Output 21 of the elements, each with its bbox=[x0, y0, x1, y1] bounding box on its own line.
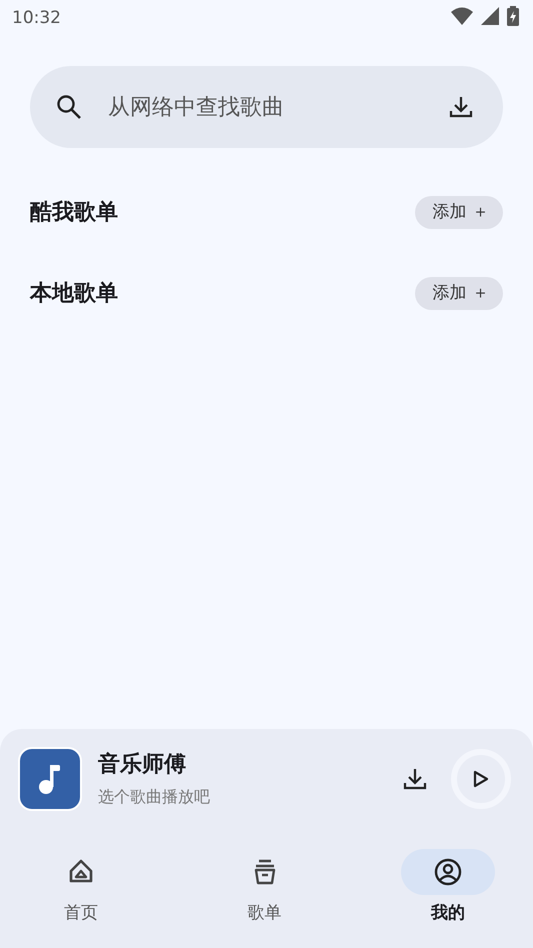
add-button[interactable]: 添加 ＋ bbox=[414, 196, 503, 230]
play-icon bbox=[473, 770, 489, 788]
signal-icon bbox=[481, 7, 499, 25]
search-bar[interactable]: 从网络中查找歌曲 bbox=[30, 66, 503, 148]
track-title: 音乐师傅 bbox=[98, 750, 187, 779]
track-subtitle: 选个歌曲播放吧 bbox=[98, 786, 211, 808]
section-title: 本地歌单 bbox=[30, 280, 118, 308]
wifi-icon bbox=[451, 7, 473, 25]
home-icon bbox=[67, 858, 95, 886]
music-note-icon bbox=[38, 762, 62, 794]
status-time: 10:32 bbox=[12, 7, 61, 30]
download-icon[interactable] bbox=[449, 95, 473, 119]
download-icon[interactable] bbox=[403, 766, 427, 790]
search-field[interactable]: 从网络中查找歌曲 bbox=[106, 90, 433, 124]
battery-icon bbox=[507, 6, 519, 26]
search-icon bbox=[56, 94, 82, 120]
user-icon bbox=[434, 858, 462, 886]
add-button[interactable]: 添加 ＋ bbox=[414, 276, 503, 310]
nav-tab[interactable]: 歌单 bbox=[210, 848, 320, 926]
section-title: 酷我歌单 bbox=[30, 199, 118, 227]
nav-tab[interactable]: 首页 bbox=[26, 848, 136, 926]
